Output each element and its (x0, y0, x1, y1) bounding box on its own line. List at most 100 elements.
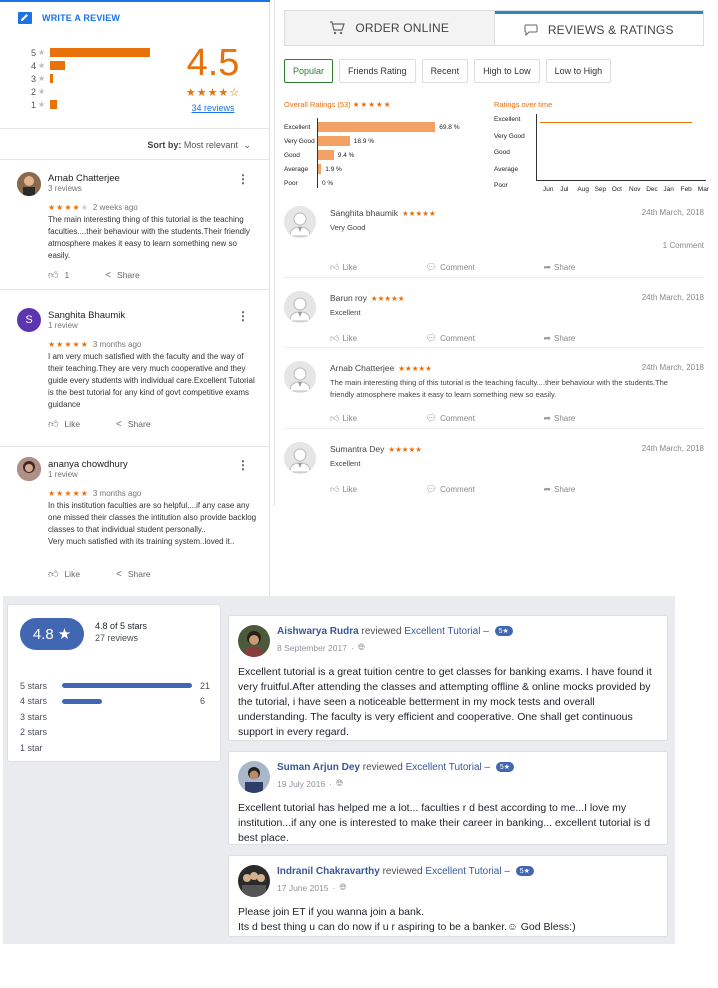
comment-button[interactable]: 💬︎ Comment (426, 413, 475, 424)
bar-fill (62, 698, 103, 704)
write-review-button[interactable]: WRITE A REVIEW (18, 12, 120, 24)
comment-button[interactable]: 💬︎ Comment (426, 333, 475, 344)
review-date: 24th March, 2018 (641, 208, 704, 217)
star-icon: ★ (57, 626, 72, 643)
reviewer-name[interactable]: Suman Arjun Dey (277, 762, 360, 773)
reviewer-name[interactable]: Arnab Chatterjee ★★★★★ (330, 363, 432, 373)
share-label: Share (554, 334, 576, 343)
share-button[interactable]: Share (128, 569, 151, 579)
overall-score: 4.5 ★★★★☆ 34 reviews (180, 42, 246, 113)
reviewer-name[interactable]: Barun roy ★★★★★ (330, 293, 404, 303)
post-header: Suman Arjun Dey reviewed Excellent Tutor… (277, 762, 515, 773)
bar-track (62, 730, 192, 735)
score-of-five: 4.8 of 5 stars (95, 621, 148, 631)
star-count: 6 (200, 696, 206, 707)
rating-summary-card: 4.8 ★ 4.8 of 5 stars 27 reviews 5 stars 2… (7, 604, 221, 762)
tab-reviews-ratings[interactable]: REVIEWS & RATINGS (494, 11, 703, 45)
rating-percent: 1.9 % (325, 165, 342, 173)
star-row: 5 stars 21 (20, 678, 210, 694)
like-button[interactable]: Like (64, 569, 80, 579)
post-date[interactable]: 19 July 2016 (277, 779, 325, 789)
rating-percent: 0 % (322, 179, 334, 187)
avatar[interactable] (238, 625, 270, 657)
like-button[interactable]: 👍︎ Like (330, 333, 357, 344)
filter-popular[interactable]: Popular (284, 59, 334, 83)
star-label: 4 stars (20, 696, 48, 707)
like-button[interactable]: 👍︎ Like (330, 262, 357, 273)
like-button[interactable]: 👍︎ Like (330, 413, 357, 424)
reviewer-name[interactable]: Indranil Chakravarthy (277, 866, 380, 877)
share-icon[interactable]: < (116, 569, 122, 580)
like-button[interactable]: Like (64, 419, 80, 429)
reviewer-name[interactable]: ananya chowdhury (48, 459, 128, 470)
reviewer-name[interactable]: Sumantra Dey ★★★★★ (330, 444, 422, 454)
page-link[interactable]: Excellent Tutorial (425, 866, 501, 877)
filter-friends-rating[interactable]: Friends Rating (339, 59, 416, 83)
avatar[interactable] (238, 761, 270, 793)
more-options-icon[interactable]: ⋮ (237, 459, 249, 471)
page-link[interactable]: Excellent Tutorial (406, 762, 482, 773)
share-icon[interactable]: < (116, 419, 122, 430)
share-button[interactable]: Share (117, 270, 140, 280)
share-icon[interactable]: < (105, 270, 111, 281)
more-options-icon[interactable]: ⋮ (237, 310, 249, 322)
thumbs-up-icon[interactable]: 👍︎ (48, 418, 58, 430)
filter-recent[interactable]: Recent (421, 59, 469, 83)
review-count-link[interactable]: 34 reviews (180, 103, 246, 113)
bar-track (62, 683, 192, 689)
comment-button[interactable]: 💬︎ Comment (426, 484, 475, 495)
filter-high-to-low[interactable]: High to Low (474, 59, 540, 83)
review-actions: 👍︎ Like 💬︎ Comment ➦ Share (330, 262, 704, 273)
reviewer-name[interactable]: Sanghita bhaumik ★★★★★ (330, 208, 436, 218)
page-link[interactable]: Excellent Tutorial (404, 626, 480, 637)
thumbs-up-icon[interactable]: 👍︎ (48, 568, 58, 580)
more-options-icon[interactable]: ⋮ (237, 173, 249, 185)
filter-chips: Popular Friends Rating Recent High to Lo… (284, 59, 612, 83)
tab-order-online[interactable]: ORDER ONLINE (285, 11, 495, 45)
avatar[interactable] (238, 865, 270, 897)
review-stars: ★★★★★ (388, 445, 422, 454)
rating-row: 2 ★ (28, 85, 150, 98)
reviewer-name[interactable]: Sanghita Bhaumik (48, 310, 125, 321)
post-text: Please join ET if you wanna join a bank.… (238, 906, 576, 933)
reviewer-review-count: 1 review (48, 321, 78, 330)
review-time: 3 months ago (92, 340, 142, 349)
like-button[interactable]: 👍︎ Like (330, 484, 357, 495)
share-button[interactable]: ➦ Share (543, 413, 575, 424)
rating-label: Average (284, 165, 309, 173)
separator: · (350, 642, 354, 653)
reviewer-name[interactable]: Aishwarya Rudra (277, 626, 359, 637)
filter-low-to-high[interactable]: Low to High (545, 59, 612, 83)
avatar (17, 457, 41, 481)
tab-label: REVIEWS & RATINGS (547, 22, 674, 37)
sort-value: Most relevant (183, 140, 238, 150)
sort-dropdown[interactable]: Sort by: Most relevant ⌄ (147, 140, 251, 151)
thumbs-up-icon: 👍︎ (330, 333, 340, 343)
star-level: 4 (30, 60, 36, 71)
divider (284, 347, 704, 348)
rating-percent: 18.9 % (353, 137, 374, 145)
comment-count[interactable]: 1 Comment (663, 241, 704, 250)
comment-button[interactable]: 💬︎ Comment (426, 262, 475, 273)
reviewer-name[interactable]: Arnab Chatterjee (48, 173, 120, 184)
review-text: The main interesting thing of this tutor… (48, 215, 250, 260)
share-button[interactable]: Share (128, 419, 151, 429)
post-date[interactable]: 8 September 2017 (277, 643, 347, 653)
share-button[interactable]: ➦ Share (543, 262, 575, 273)
share-button[interactable]: ➦ Share (543, 484, 575, 495)
star-row: 3 stars (20, 709, 210, 725)
review-text: The main interesting thing of this tutor… (330, 378, 668, 399)
overall-ratings-chart: Excellent 69.8 % Very Good 18.9 % Good 9.4 % A… (284, 120, 460, 190)
review-post: Indranil Chakravarthy reviewed Excellent… (228, 855, 668, 937)
tab-label: ORDER ONLINE (355, 21, 450, 35)
y-tick-label: Good (494, 149, 510, 156)
post-date[interactable]: 17 June 2015 (277, 883, 329, 893)
share-button[interactable]: ➦ Share (543, 333, 575, 344)
star-row: 2 stars (20, 725, 210, 741)
rating-row: 1 ★ (28, 98, 150, 111)
thumbs-up-icon[interactable]: 👍︎ (48, 269, 58, 281)
comment-icon: 💬︎ (425, 262, 438, 272)
overall-row: Good 9.4 % (284, 148, 460, 162)
